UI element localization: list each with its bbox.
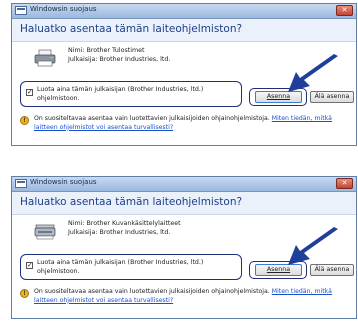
window-title: Windowsin suojaus bbox=[30, 178, 97, 186]
pointer-arrow-icon bbox=[288, 54, 338, 92]
warning-text: On suositeltavaa asentaa vain luotettavi… bbox=[34, 115, 270, 122]
title-bar: Windowsin suojaus ✕ bbox=[12, 4, 356, 19]
dont-install-button-label: Älä asenna bbox=[314, 93, 350, 100]
window-icon bbox=[15, 6, 27, 15]
trust-publisher-label[interactable]: Luota aina tämän julkaisijan (Brother In… bbox=[37, 259, 237, 276]
heading-band: Haluatko asentaa tämän laiteohjelmiston? bbox=[12, 192, 356, 215]
device-info: Nimi: Brother Tulostimet Julkaisija: Bro… bbox=[34, 44, 234, 74]
install-button-label: Asenna bbox=[266, 93, 291, 100]
warning-text-block: On suositeltavaa asentaa vain luotettavi… bbox=[34, 288, 352, 305]
title-bar: Windowsin suojaus ✕ bbox=[12, 177, 356, 192]
shield-warning-icon: ! bbox=[20, 116, 29, 125]
device-name: Nimi: Brother Kuvankäsittelylaitteet bbox=[68, 220, 181, 227]
dialog-heading: Haluatko asentaa tämän laiteohjelmiston? bbox=[20, 23, 243, 35]
warning-text-block: On suositeltavaa asentaa vain luotettavi… bbox=[34, 115, 352, 132]
pointer-arrow-icon bbox=[288, 227, 338, 265]
trust-publisher-highlight: ✓ Luota aina tämän julkaisijan (Brother … bbox=[20, 254, 242, 280]
trust-publisher-label[interactable]: Luota aina tämän julkaisijan (Brother In… bbox=[37, 86, 237, 103]
window-icon bbox=[15, 179, 27, 188]
printer-icon bbox=[34, 49, 56, 67]
trust-publisher-checkbox[interactable]: ✓ bbox=[26, 262, 33, 269]
publisher-name: Julkaisija: Brother Industries, ltd. bbox=[68, 56, 171, 63]
scanner-icon bbox=[34, 224, 56, 240]
install-button-label: Asenna bbox=[266, 266, 291, 273]
heading-band: Haluatko asentaa tämän laiteohjelmiston? bbox=[12, 19, 356, 42]
close-button[interactable]: ✕ bbox=[336, 178, 353, 189]
window-title: Windowsin suojaus bbox=[30, 5, 97, 13]
close-button[interactable]: ✕ bbox=[336, 5, 353, 16]
shield-warning-icon: ! bbox=[20, 289, 29, 298]
device-name: Nimi: Brother Tulostimet bbox=[68, 47, 145, 54]
trust-publisher-highlight: ✓ Luota aina tämän julkaisijan (Brother … bbox=[20, 81, 242, 107]
warning-text: On suositeltavaa asentaa vain luotettavi… bbox=[34, 288, 270, 295]
dialog-heading: Haluatko asentaa tämän laiteohjelmiston? bbox=[20, 196, 243, 208]
device-info: Nimi: Brother Kuvankäsittelylaitteet Jul… bbox=[34, 217, 234, 247]
security-dialog-imaging: Windowsin suojaus ✕ Haluatko asentaa täm… bbox=[11, 176, 357, 319]
security-dialog-printers: Windowsin suojaus ✕ Haluatko asentaa täm… bbox=[11, 3, 357, 146]
dont-install-button-label: Älä asenna bbox=[314, 266, 350, 273]
publisher-name: Julkaisija: Brother Industries, ltd. bbox=[68, 229, 171, 236]
trust-publisher-checkbox[interactable]: ✓ bbox=[26, 89, 33, 96]
